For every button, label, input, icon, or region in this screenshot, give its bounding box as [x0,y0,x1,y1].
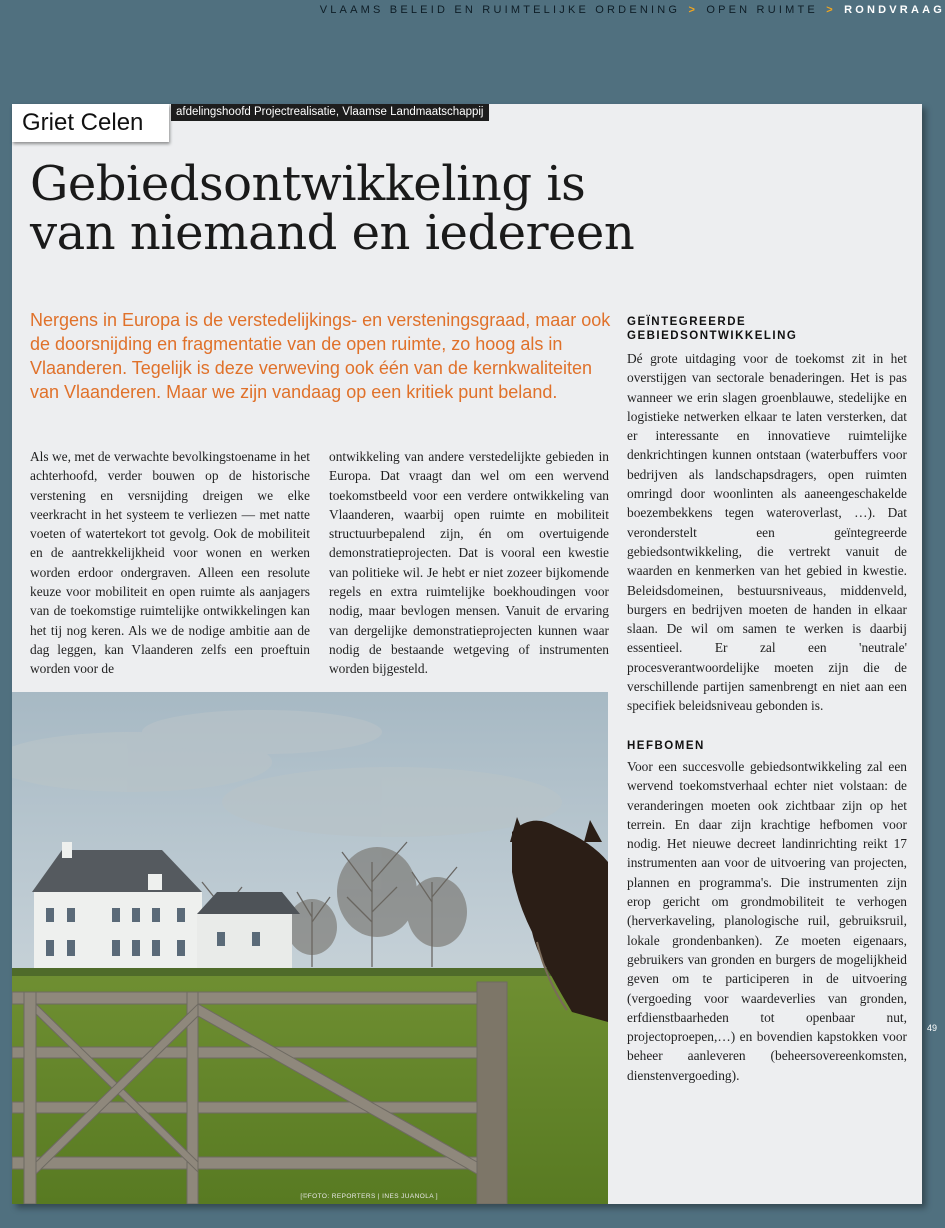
title-line-2: van niemand en iedereen [30,205,635,261]
breadcrumb-section: VLAAMS BELEID EN RUIMTELIJKE ORDENING [319,4,681,16]
chevron-right-icon: > [826,4,836,16]
page-number: 49 [927,1023,938,1033]
photo-credit: [©FOTO: REPORTERS | INES JUANOLA ] [300,1193,438,1200]
body-column-1: Als we, met de verwachte bevolkingstoena… [30,449,310,677]
breadcrumb: VLAAMS BELEID EN RUIMTELIJKE ORDENING > … [320,4,945,16]
author-name: Griet Celen [12,104,169,142]
section-text-integrated: Dé grote uitdaging voor de toekomst zit … [627,351,907,714]
article-lead: Nergens in Europa is de verstedelijkings… [30,310,611,402]
title-line-1: Gebiedsontwikkeling is [30,156,586,212]
section-text-levers: Voor een succesvolle gebiedsontwikkeling… [627,759,907,1083]
section-heading-levers: HEFBOMEN [627,740,705,752]
farmhouse-horse-photo [12,692,608,1204]
article-title: Gebiedsontwikkeling is van niemand en ie… [30,160,650,258]
breadcrumb-current: RONDVRAAG [844,4,945,16]
body-column-2: ontwikkeling van andere verstedelijkte g… [329,449,609,677]
section-heading-integrated: GEÏNTEGREERDE GEBIEDSONTWIKKELING [627,316,798,342]
article-photo: [©FOTO: REPORTERS | INES JUANOLA ] [12,692,608,1204]
chevron-right-icon: > [688,4,699,16]
author-role: afdelingshoofd Projectrealisatie, Vlaams… [171,104,489,121]
breadcrumb-subsection: OPEN RUIMTE [706,4,818,16]
